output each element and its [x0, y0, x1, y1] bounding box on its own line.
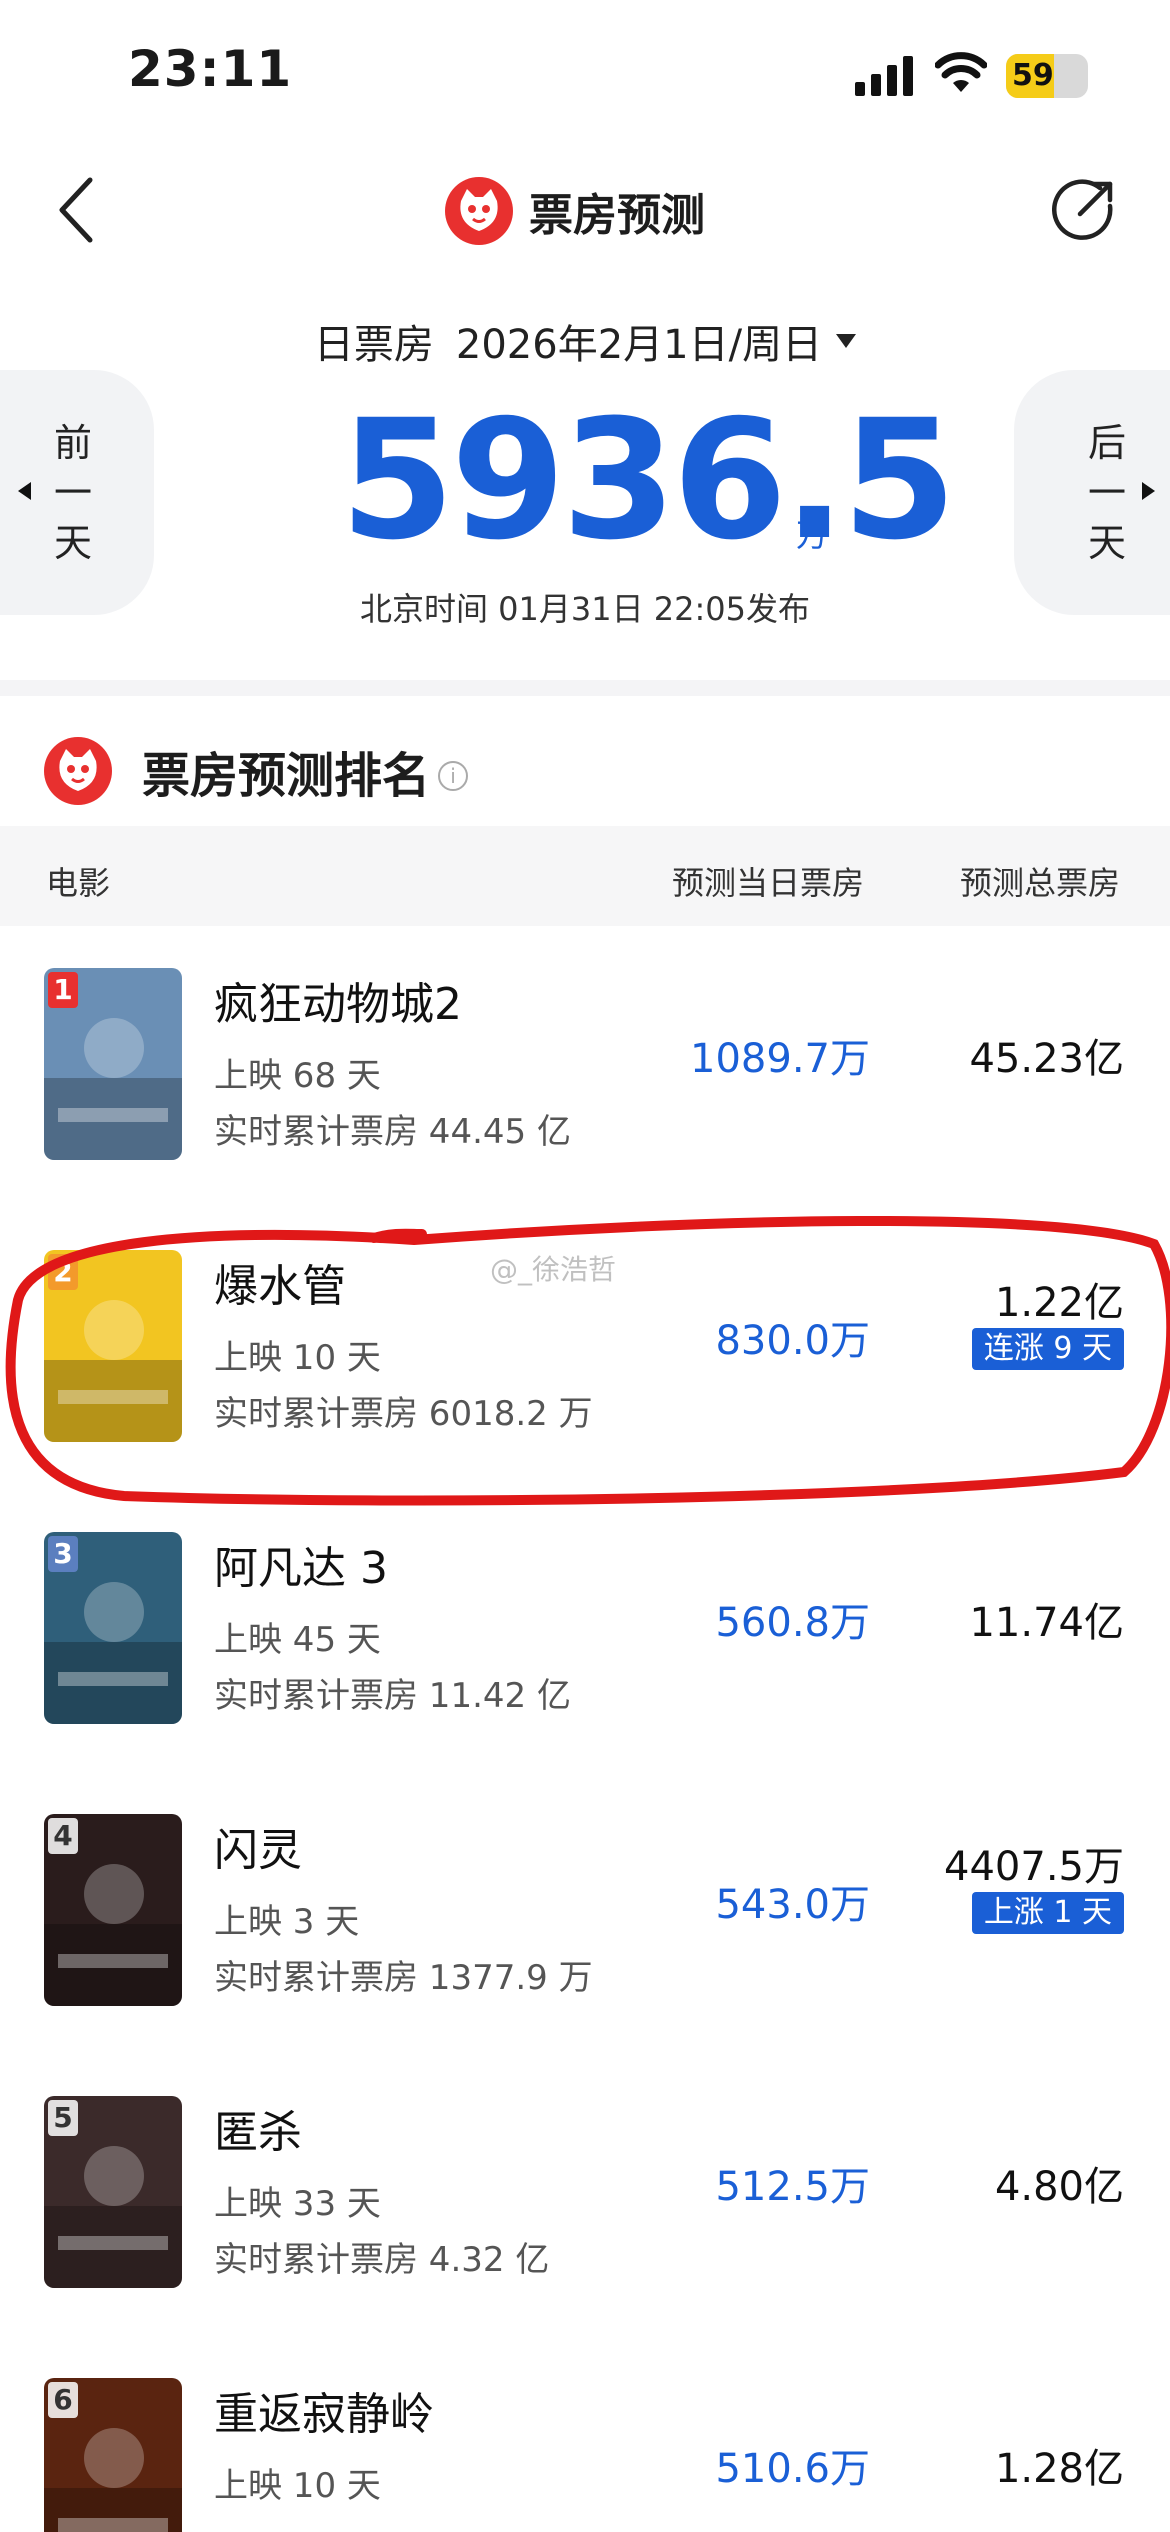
- forecast-total-box-office: 1.22亿: [994, 1280, 1124, 1326]
- battery-level: 59: [1012, 58, 1054, 93]
- wifi-icon: [935, 52, 987, 92]
- movie-title[interactable]: 疯狂动物城2: [214, 968, 462, 1032]
- movie-poster[interactable]: 2: [44, 1250, 182, 1442]
- movie-poster[interactable]: 3: [44, 1532, 182, 1724]
- prev-day-button[interactable]: 前一天: [0, 370, 154, 615]
- movie-poster[interactable]: 4: [44, 1814, 182, 2006]
- movie-title[interactable]: 爆水管: [214, 1250, 346, 1314]
- forecast-day-box-office: 560.8万: [715, 1600, 870, 1646]
- cumulative-box-office: 实时累计票房 11.42 亿: [214, 1676, 571, 1716]
- next-day-label: 后一天: [1087, 421, 1126, 565]
- forecast-total-box-office: 45.23亿: [969, 1036, 1124, 1082]
- next-day-button[interactable]: 后一天: [1014, 370, 1170, 615]
- movie-row[interactable]: 5 匿杀上映 33 天实时累计票房 4.32 亿 512.5万 4.80亿: [0, 2054, 1170, 2336]
- cumulative-box-office: 实时累计票房 4.32 亿: [214, 2240, 550, 2280]
- forecast-total-box-office: 4407.5万: [944, 1844, 1124, 1890]
- days-showing: 上映 33 天: [214, 2184, 381, 2224]
- movie-poster[interactable]: 1: [44, 968, 182, 1160]
- back-icon[interactable]: [48, 172, 108, 248]
- movie-title[interactable]: 阿凡达 3: [214, 1532, 388, 1596]
- forecast-day-box-office: 512.5万: [715, 2164, 870, 2210]
- movie-title[interactable]: 匿杀: [214, 2096, 302, 2160]
- days-showing: 上映 68 天: [214, 1056, 381, 1096]
- maoyan-logo-icon: [44, 737, 112, 805]
- ranking-header: 票房预测排名 i: [44, 735, 469, 807]
- info-icon[interactable]: i: [438, 761, 469, 791]
- forecast-day-box-office: 830.0万: [715, 1318, 870, 1364]
- publish-time: 北京时间 01月31日 22:05发布: [359, 590, 810, 628]
- forecast-total-box-office: 11.74亿: [969, 1600, 1124, 1646]
- rank-badge: 5: [48, 2100, 78, 2136]
- column-total-forecast[interactable]: 预测总票房: [960, 858, 1120, 904]
- cumulative-box-office: 实时累计票房 44.45 亿: [214, 1112, 571, 1152]
- watermark: @_徐浩哲: [490, 1253, 617, 1286]
- days-showing: 上映 3 天: [214, 1902, 360, 1942]
- daily-box-office-value: 5936.5: [340, 384, 957, 576]
- cumulative-box-office: 实时累计票房 6018.2 万: [214, 1394, 593, 1434]
- chevron-down-icon: [836, 334, 857, 348]
- movie-row[interactable]: 6 重返寂静岭上映 10 天 510.6万 1.28亿: [0, 2336, 1170, 2532]
- signal-icon: [855, 56, 913, 96]
- rank-badge: 2: [48, 1254, 78, 1290]
- date-kind: 日票房: [313, 322, 434, 368]
- forecast-day-box-office: 510.6万: [715, 2446, 870, 2492]
- status-bar: 23:11 59: [0, 0, 1170, 150]
- movie-row[interactable]: 1 疯狂动物城2 上映 68 天实时累计票房 44.45 亿 1089.7万 45.23…: [0, 926, 1170, 1208]
- movie-title[interactable]: 闪灵: [214, 1814, 302, 1878]
- column-day-forecast[interactable]: 预测当日票房: [672, 858, 864, 904]
- cumulative-box-office: 实时累计票房 1377.9 万: [214, 1958, 593, 1998]
- days-showing: 上映 45 天: [214, 1620, 381, 1660]
- section-divider: [0, 680, 1170, 696]
- ranking-column-header: 电影 预测当日票房 预测总票房: [0, 826, 1170, 926]
- date-selector[interactable]: 日票房 2026年2月1日/周日: [0, 312, 1170, 370]
- nav-bar: 票房预测: [0, 150, 1170, 270]
- movie-title[interactable]: 重返寂静岭: [214, 2378, 434, 2442]
- caret-right-icon: [1142, 482, 1155, 500]
- forecast-total-box-office: 4.80亿: [994, 2164, 1124, 2210]
- share-icon[interactable]: [1052, 176, 1118, 242]
- days-showing: 上映 10 天: [214, 2466, 381, 2506]
- rank-badge: 4: [48, 1818, 78, 1854]
- date-value: 2026年2月1日/周日: [455, 322, 823, 368]
- daily-box-office-unit: 万: [796, 516, 829, 554]
- maoyan-logo-icon: [445, 177, 513, 245]
- caret-left-icon: [18, 482, 31, 500]
- column-movie: 电影: [46, 864, 111, 902]
- trend-badge: 连涨 9 天: [971, 1328, 1124, 1370]
- prev-day-label: 前一天: [53, 421, 92, 565]
- nav-title-group: 票房预测: [445, 176, 705, 246]
- rank-badge: 1: [48, 972, 78, 1008]
- page-title: 票房预测: [529, 190, 705, 241]
- movie-row[interactable]: 4 闪灵上映 3 天实时累计票房 1377.9 万 543.0万 4407.5万 上涨 …: [0, 1772, 1170, 2054]
- rank-badge: 3: [48, 1536, 78, 1572]
- ranking-title: 票房预测排名: [142, 748, 431, 804]
- forecast-day-box-office: 1089.7万: [690, 1036, 870, 1082]
- movie-poster[interactable]: 6: [44, 2378, 182, 2532]
- movie-row[interactable]: 3 阿凡达 3 上映 45 天实时累计票房 11.42 亿 560.8万 11.74亿: [0, 1490, 1170, 1772]
- forecast-total-box-office: 1.28亿: [994, 2446, 1124, 2492]
- battery-indicator: 59: [1006, 54, 1088, 98]
- days-showing: 上映 10 天: [214, 1338, 381, 1378]
- trend-badge: 上涨 1 天: [971, 1892, 1124, 1934]
- rank-badge: 6: [48, 2382, 78, 2418]
- forecast-day-box-office: 543.0万: [715, 1882, 870, 1928]
- movie-poster[interactable]: 5: [44, 2096, 182, 2288]
- status-time: 23:11: [128, 40, 293, 98]
